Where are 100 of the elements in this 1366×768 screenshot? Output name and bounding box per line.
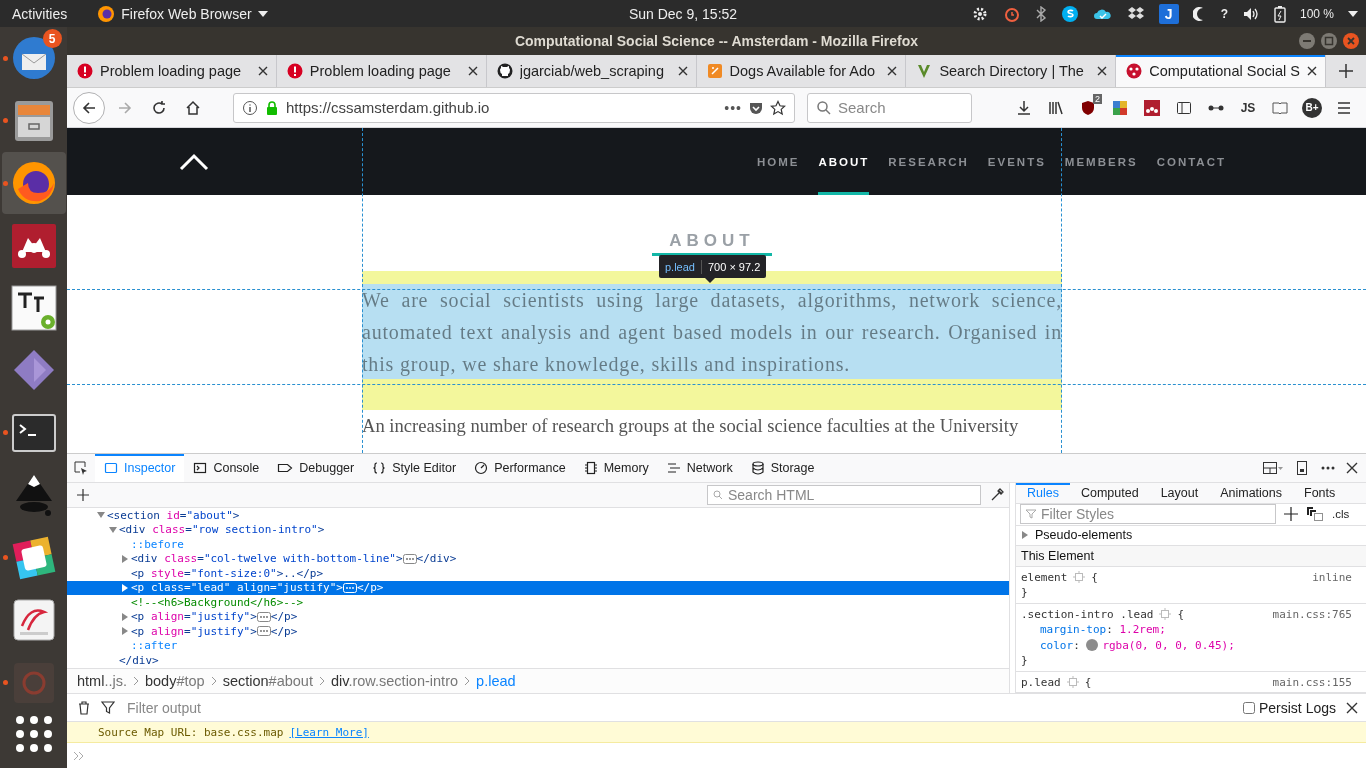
app-menu[interactable]: Firefox Web Browser	[121, 5, 252, 22]
devtools-tab[interactable]: Network	[657, 454, 742, 482]
browser-tab[interactable]: Computational Social S	[1116, 55, 1327, 87]
page-actions-button[interactable]: •••	[724, 99, 742, 116]
devtools-tab[interactable]: Debugger	[268, 454, 364, 482]
close-icon[interactable]	[1346, 462, 1358, 474]
nav-link[interactable]: ABOUT	[818, 128, 870, 195]
breadcrumb[interactable]: section#about	[222, 673, 313, 689]
devtools-tab[interactable]: Memory	[574, 454, 658, 482]
search-field[interactable]: Search	[807, 92, 972, 123]
property-value[interactable]: 1.2rem;	[1119, 622, 1166, 638]
dock-side-icon[interactable]	[1294, 460, 1310, 476]
collapsed-triangle-icon[interactable]	[121, 554, 129, 563]
close-icon[interactable]	[467, 66, 478, 76]
collapsed-triangle-icon[interactable]	[121, 583, 129, 592]
sidebar-tab[interactable]: Fonts	[1293, 483, 1347, 504]
devtools-tab[interactable]: Style Editor	[363, 454, 466, 482]
markup-line[interactable]: <!--<h6>Background</h6>-->	[67, 595, 1009, 610]
battery-percentage[interactable]: 100 %	[1299, 6, 1334, 21]
rule-source-link[interactable]: main.css:155	[1272, 674, 1352, 690]
maximize-icon[interactable]	[1320, 32, 1338, 50]
dock-item[interactable]: 5	[1, 27, 66, 90]
close-icon[interactable]	[887, 66, 898, 76]
sidebar-tab[interactable]: Animations	[1209, 483, 1294, 504]
learn-more-link[interactable]: [Learn More]	[289, 725, 369, 739]
help-indicator[interactable]: ?	[1220, 6, 1228, 21]
ellipsis-icon[interactable]	[256, 626, 271, 637]
property-value[interactable]: rgba(0, 0, 0, 0.45);	[1102, 637, 1235, 653]
devtools-tab[interactable]: Storage	[741, 454, 824, 482]
sidebar-tab[interactable]: Layout	[1149, 483, 1210, 504]
browser-tab[interactable]: Problem loading page	[67, 55, 277, 87]
filter-styles-field[interactable]: Filter Styles	[1020, 504, 1276, 525]
layout-icon[interactable]	[1262, 460, 1284, 476]
ellipsis-icon[interactable]	[402, 553, 417, 564]
nav-link[interactable]: EVENTS	[987, 128, 1046, 195]
chevron-up-icon[interactable]	[179, 152, 209, 171]
nav-link[interactable]: CONTACT	[1156, 128, 1226, 195]
close-icon[interactable]	[1097, 66, 1108, 76]
script-extension-button[interactable]: JS	[1234, 100, 1262, 115]
shield-extension-button[interactable]: 2	[1074, 93, 1102, 122]
close-icon[interactable]	[677, 66, 688, 76]
browser-tab[interactable]: Dogs Available for Ado	[696, 55, 907, 87]
error-icon	[77, 63, 93, 79]
markup-node[interactable]: <p align="justify"> </p>	[67, 609, 1009, 624]
markup-line[interactable]: </div>	[67, 653, 1009, 668]
nav-link[interactable]: HOME	[756, 128, 800, 195]
eyedropper-icon[interactable]	[989, 487, 1005, 503]
address-bar[interactable]: https://cssamsterdam.github.io •••	[233, 92, 795, 123]
persist-logs-checkbox[interactable]	[1242, 701, 1255, 714]
markup-line[interactable]: <p style="font-size:0">..</p>	[67, 566, 1009, 581]
battery-icon[interactable]	[1273, 4, 1286, 23]
browser-tab[interactable]: Problem loading page	[276, 55, 487, 87]
markup-line[interactable]: ::before	[67, 537, 1009, 552]
filter-icon[interactable]	[101, 700, 115, 715]
close-icon[interactable]	[1307, 66, 1318, 76]
plus-icon[interactable]	[1284, 507, 1298, 522]
minimize-icon[interactable]	[1298, 32, 1316, 50]
close-icon[interactable]	[257, 66, 268, 76]
rule-source-link[interactable]: inline	[1312, 569, 1352, 585]
search-html-field[interactable]: Search HTML	[707, 485, 981, 505]
devtools-tab[interactable]: Performance	[465, 454, 575, 482]
back-button[interactable]	[73, 91, 105, 124]
circle-extension-button[interactable]: B+	[1302, 97, 1322, 118]
separator: :	[1106, 622, 1113, 638]
dropbox-icon[interactable]	[1126, 5, 1145, 22]
breadcrumb[interactable]: div.row.section-intro	[330, 673, 459, 689]
color-swatch[interactable]	[1086, 639, 1099, 652]
star-icon[interactable]	[770, 99, 786, 116]
plus-icon[interactable]	[1338, 63, 1355, 79]
markup-node[interactable]: <p align="justify"> </p>	[67, 624, 1009, 639]
nav-link[interactable]: MEMBERS	[1064, 128, 1138, 195]
rule-source-link[interactable]: main.css:765	[1272, 606, 1352, 622]
clock[interactable]: Sun Dec 9, 15:52	[628, 5, 738, 22]
checkbox-label[interactable]: Persist Logs	[1258, 699, 1336, 716]
close-icon[interactable]	[1346, 701, 1358, 714]
classes-button[interactable]: .cls	[1332, 508, 1350, 521]
markup-node[interactable]: <div class="row section-intro">	[67, 522, 1009, 537]
markup-line[interactable]: ::after	[67, 638, 1009, 653]
breadcrumb[interactable]: body#top	[144, 673, 205, 689]
markup-node[interactable]: <div class="col-twelve with-bottom-line"> </div>	[67, 551, 1009, 566]
nav-link[interactable]: RESEARCH	[888, 128, 969, 195]
devtools-tab[interactable]: Console	[184, 454, 269, 482]
property-name[interactable]: margin-top	[1040, 622, 1107, 638]
plus-icon[interactable]	[77, 489, 89, 501]
markup-node[interactable]: <section id="about">	[67, 508, 1009, 523]
property-name[interactable]: color	[1040, 637, 1074, 653]
filter-output-field[interactable]: Filter output	[125, 696, 625, 719]
devtools-tab[interactable]: Inspector	[95, 454, 185, 482]
activities-button[interactable]: Activities	[12, 5, 68, 22]
bluetooth-icon[interactable]	[1034, 5, 1047, 22]
sidebar-tab[interactable]: Computed	[1069, 483, 1150, 504]
markup-node[interactable]: <p class="lead" align="justify"> </p>	[67, 580, 1009, 595]
ellipsis-icon[interactable]	[256, 611, 271, 622]
breadcrumb[interactable]: p.lead	[476, 673, 516, 689]
browser-tab[interactable]: jgarciab/web_scraping	[486, 55, 697, 87]
app-indicator[interactable]: J	[1158, 3, 1179, 24]
breadcrumb[interactable]: html..js.	[77, 673, 127, 689]
sidebar-tab[interactable]: Rules	[1016, 483, 1070, 504]
trash-icon[interactable]	[77, 700, 91, 715]
skype-icon[interactable]	[1060, 4, 1079, 23]
